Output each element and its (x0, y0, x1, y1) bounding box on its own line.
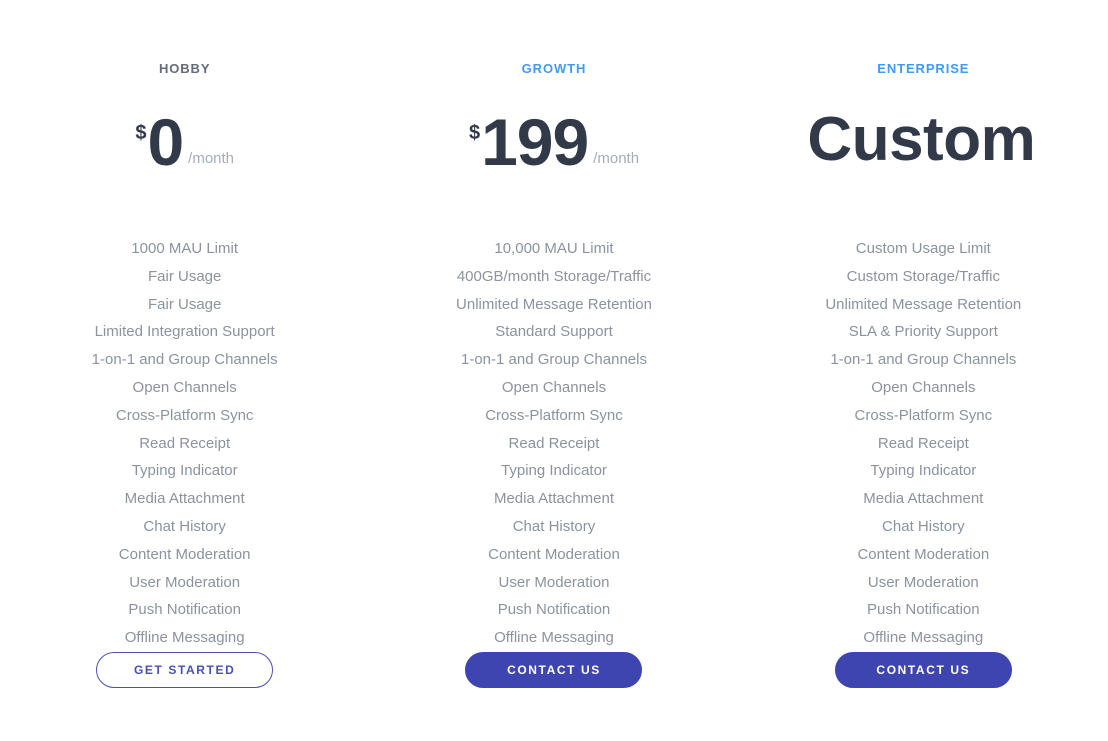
plan-column-hobby: HOBBY $ 0 /month 1000 MAU Limit Fair Usa… (0, 62, 369, 741)
list-item: Unlimited Message Retention (456, 295, 652, 313)
list-item: Chat History (882, 518, 965, 536)
list-item: Chat History (143, 518, 226, 536)
plan-name-enterprise: ENTERPRISE (877, 61, 970, 76)
list-item: Media Attachment (124, 490, 245, 508)
list-item: 1-on-1 and Group Channels (91, 351, 278, 369)
list-item: Open Channels (501, 379, 607, 397)
list-item: Cross-Platform Sync (485, 406, 623, 424)
get-started-button[interactable]: GET STARTED (96, 652, 274, 688)
list-item: 1000 MAU Limit (131, 240, 239, 258)
list-item: Cross-Platform Sync (115, 406, 254, 424)
list-item: Read Receipt (508, 434, 600, 452)
price-block-enterprise: Custom (806, 109, 1040, 195)
cta-wrap-hobby: GET STARTED (96, 652, 274, 741)
list-item: Push Notification (128, 601, 241, 619)
list-item: User Moderation (129, 573, 241, 591)
list-item: 1-on-1 and Group Channels (830, 351, 1017, 369)
list-item: 1-on-1 and Group Channels (461, 351, 647, 369)
price-block-growth: $ 199 /month (469, 109, 639, 195)
price-amount-growth: 199 (481, 105, 589, 179)
list-item: Typing Indicator (131, 462, 238, 480)
list-item: Push Notification (497, 601, 611, 619)
list-item: Unlimited Message Retention (825, 295, 1022, 313)
list-item: Typing Indicator (501, 462, 607, 480)
list-item: Read Receipt (139, 434, 231, 452)
list-item: Open Channels (871, 379, 976, 397)
list-item: Offline Messaging (494, 629, 614, 647)
plan-column-growth: GROWTH $ 199 /month 10,000 MAU Limit 400… (369, 62, 738, 741)
list-item: User Moderation (498, 573, 610, 591)
list-item: Content Moderation (118, 545, 251, 563)
price-period-growth: /month (593, 150, 640, 167)
contact-us-button-growth[interactable]: CONTACT US (465, 652, 643, 688)
list-item: Open Channels (132, 379, 237, 397)
contact-us-button-enterprise[interactable]: CONTACT US (834, 652, 1012, 688)
list-item: Standard Support (495, 323, 613, 341)
list-item: Push Notification (867, 601, 980, 619)
price-amount-enterprise: Custom (807, 105, 1036, 174)
list-item: Fair Usage (147, 267, 222, 285)
list-item: Media Attachment (493, 490, 615, 508)
price-currency-growth: $ (468, 122, 481, 144)
plan-column-enterprise: ENTERPRISE Custom Custom Usage Limit Cus… (739, 62, 1108, 741)
list-item: 10,000 MAU Limit (494, 240, 614, 258)
feature-list-growth: 10,000 MAU Limit 400GB/month Storage/Tra… (369, 235, 738, 652)
plan-name-growth: GROWTH (521, 61, 587, 76)
price-block-hobby: $ 0 /month (135, 109, 234, 195)
list-item: User Moderation (867, 573, 979, 591)
list-item: Read Receipt (877, 434, 969, 452)
feature-list-enterprise: Custom Usage Limit Custom Storage/Traffi… (739, 235, 1108, 652)
list-item: Content Moderation (857, 545, 990, 563)
cta-wrap-growth: CONTACT US (465, 652, 643, 741)
list-item: Fair Usage (147, 295, 222, 313)
list-item: Chat History (512, 518, 596, 536)
list-item: SLA & Priority Support (848, 323, 998, 341)
list-item: Custom Storage/Traffic (846, 267, 1001, 285)
list-item: 400GB/month Storage/Traffic (456, 267, 652, 285)
list-item: Media Attachment (863, 490, 984, 508)
list-item: Cross-Platform Sync (854, 406, 993, 424)
list-item: Limited Integration Support (94, 323, 275, 341)
cta-wrap-enterprise: CONTACT US (834, 652, 1012, 741)
list-item: Offline Messaging (863, 629, 984, 647)
pricing-table: HOBBY $ 0 /month 1000 MAU Limit Fair Usa… (0, 0, 1108, 741)
plan-name-hobby: HOBBY (158, 61, 211, 76)
list-item: Content Moderation (488, 545, 620, 563)
price-period-hobby: /month (188, 150, 235, 167)
list-item: Offline Messaging (124, 629, 245, 647)
price-amount-hobby: 0 (147, 105, 184, 179)
list-item: Custom Usage Limit (855, 240, 991, 258)
list-item: Typing Indicator (870, 462, 977, 480)
price-currency-hobby: $ (135, 122, 147, 144)
feature-list-hobby: 1000 MAU Limit Fair Usage Fair Usage Lim… (0, 235, 369, 652)
